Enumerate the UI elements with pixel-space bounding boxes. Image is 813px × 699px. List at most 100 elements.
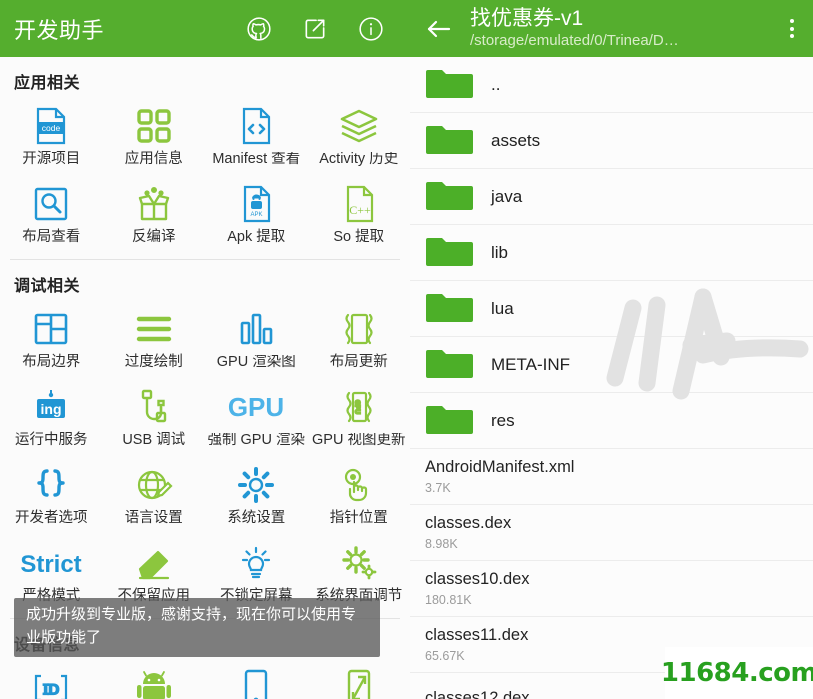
file-name: .. (491, 74, 501, 94)
section-header-debug: 调试相关 (14, 278, 81, 295)
apk-file-icon: APK (236, 183, 276, 225)
tool-language-settings[interactable]: 语言设置 (103, 458, 206, 536)
list-item[interactable]: AndroidManifest.xml 3.7K (410, 449, 813, 505)
file-entry: classes11.dex 65.67K (410, 617, 528, 672)
tool-label: 开发者选项 (15, 510, 88, 526)
layers-icon (338, 105, 380, 147)
app-title: 开发助手 (14, 17, 105, 43)
left-appbar: 开发助手 (0, 0, 410, 57)
appbar-titles: 找优惠券-v1 /storage/emulated/0/Trinea/D… (470, 7, 775, 51)
tool-developer-options[interactable]: 开发者选项 (0, 458, 103, 536)
folder-icon (424, 123, 473, 159)
tool-force-gpu-render[interactable]: GPU 强制 GPU 渲染 (205, 380, 308, 458)
tool-usb-debug[interactable]: USB 调试 (103, 380, 206, 458)
appbar-actions (246, 16, 396, 42)
file-browser-path: /storage/emulated/0/Trinea/D… (470, 31, 679, 49)
file-name: assets (491, 130, 541, 150)
toast-text: 成功升级到专业版，感谢支持，现在你可以使用专业版功能了 (26, 606, 357, 646)
gpu-chip-icon: GPU (341, 386, 377, 428)
tool-system-info[interactable]: 系统 (103, 661, 206, 699)
tool-label: So 提取 (333, 229, 385, 245)
folder-icon (424, 179, 473, 215)
kebab-menu-icon[interactable] (781, 16, 803, 42)
back-arrow-icon[interactable] (424, 14, 454, 44)
info-icon[interactable] (358, 16, 384, 42)
device-info-grid: ID 本机 ID 系统 硬件 屏幕 (0, 661, 410, 699)
toast-message: 成功升级到专业版，感谢支持，现在你可以使用专业版功能了 (14, 598, 380, 657)
tool-screen-info[interactable]: 屏幕 (308, 661, 411, 699)
file-size: 65.67K (425, 648, 465, 663)
tool-label: 布局边界 (22, 354, 81, 370)
tool-hardware-info[interactable]: 硬件 (205, 661, 308, 699)
tool-label: 布局更新 (329, 354, 388, 370)
tool-layout-bounds[interactable]: 布局边界 (0, 302, 103, 380)
file-name: classes12.dex (425, 689, 530, 699)
tool-open-source[interactable]: code 开源项目 (0, 99, 103, 177)
watermark-text: 11684.com (660, 658, 813, 688)
file-name: java (491, 186, 523, 206)
open-box-icon (134, 183, 174, 225)
list-item[interactable]: META-INF (410, 337, 813, 393)
id-badge-icon: ID (31, 667, 71, 699)
tool-gpu-view-update[interactable]: GPU GPU 视图更新 (308, 380, 411, 458)
site-watermark: 11684.com (661, 647, 813, 699)
list-item[interactable]: .. (410, 57, 813, 113)
tool-device-id[interactable]: ID 本机 ID (0, 661, 103, 699)
tool-label: GPU 渲染图 (216, 355, 296, 370)
tool-activity-history[interactable]: Activity 历史 (308, 99, 411, 177)
tool-layout-update[interactable]: 布局更新 (308, 302, 411, 380)
file-entry: classes.dex 8.98K (410, 505, 511, 560)
tool-overdraw[interactable]: 过度绘制 (103, 302, 206, 380)
four-squares-icon (135, 105, 173, 147)
screen-root: 开发助手 应用相关 code 开源项目 应用信息 Manifest 查看 Act… (0, 0, 813, 699)
list-item[interactable]: lua (410, 281, 813, 337)
tool-running-services[interactable]: ing 运行中服务 (0, 380, 103, 458)
globe-pen-icon (135, 464, 173, 506)
tool-system-settings[interactable]: 系统设置 (205, 458, 308, 536)
tool-decompile[interactable]: 反编译 (103, 177, 206, 255)
file-name: classes10.dex (425, 570, 530, 589)
bar-chart-icon (238, 308, 274, 350)
tool-gpu-render-chart[interactable]: GPU 渲染图 (205, 302, 308, 380)
tool-label: 应用信息 (124, 151, 183, 167)
screen-icon (344, 667, 374, 699)
file-name: lua (491, 298, 514, 318)
tool-label: 指针位置 (329, 510, 388, 526)
list-item[interactable]: lib (410, 225, 813, 281)
code-brackets-file-icon (236, 105, 276, 147)
curly-braces-icon (32, 464, 70, 506)
tool-manifest-viewer[interactable]: Manifest 查看 (205, 99, 308, 177)
tool-so-extract[interactable]: C++ So 提取 (308, 177, 411, 255)
file-name: classes.dex (425, 514, 512, 533)
gear-icon (237, 464, 275, 506)
list-item[interactable]: classes.dex 8.98K (410, 505, 813, 561)
tool-label: 运行中服务 (15, 432, 88, 448)
gpu-text-icon: GPU (221, 386, 291, 428)
folder-icon (424, 67, 473, 103)
svg-text:ID: ID (43, 682, 59, 698)
list-item[interactable]: assets (410, 113, 813, 169)
tool-app-info[interactable]: 应用信息 (103, 99, 206, 177)
list-item[interactable]: classes10.dex 180.81K (410, 561, 813, 617)
android-icon (135, 667, 173, 699)
github-icon[interactable] (246, 16, 272, 42)
tool-layout-viewer[interactable]: 布局查看 (0, 177, 103, 255)
tool-apk-extract[interactable]: APK Apk 提取 (205, 177, 308, 255)
list-item[interactable]: res (410, 393, 813, 449)
tool-label: 过度绘制 (124, 354, 183, 370)
usb-cable-icon (135, 386, 173, 428)
file-name: lib (491, 242, 509, 262)
tool-label: GPU 视图更新 (312, 433, 406, 448)
svg-text:C++: C++ (349, 203, 371, 217)
folder-icon (424, 291, 473, 327)
share-icon[interactable] (302, 16, 328, 42)
bulb-icon (237, 542, 275, 584)
file-browser-pane: 找优惠券-v1 /storage/emulated/0/Trinea/D… ..… (410, 0, 813, 699)
tool-pointer-location[interactable]: 指针位置 (308, 458, 411, 536)
cpp-file-icon: C++ (339, 183, 379, 225)
svg-text:Strict: Strict (21, 551, 82, 578)
list-item[interactable]: java (410, 169, 813, 225)
tool-label: Manifest 查看 (212, 152, 301, 167)
svg-text:ing: ing (41, 401, 62, 417)
folder-icon (424, 403, 473, 439)
